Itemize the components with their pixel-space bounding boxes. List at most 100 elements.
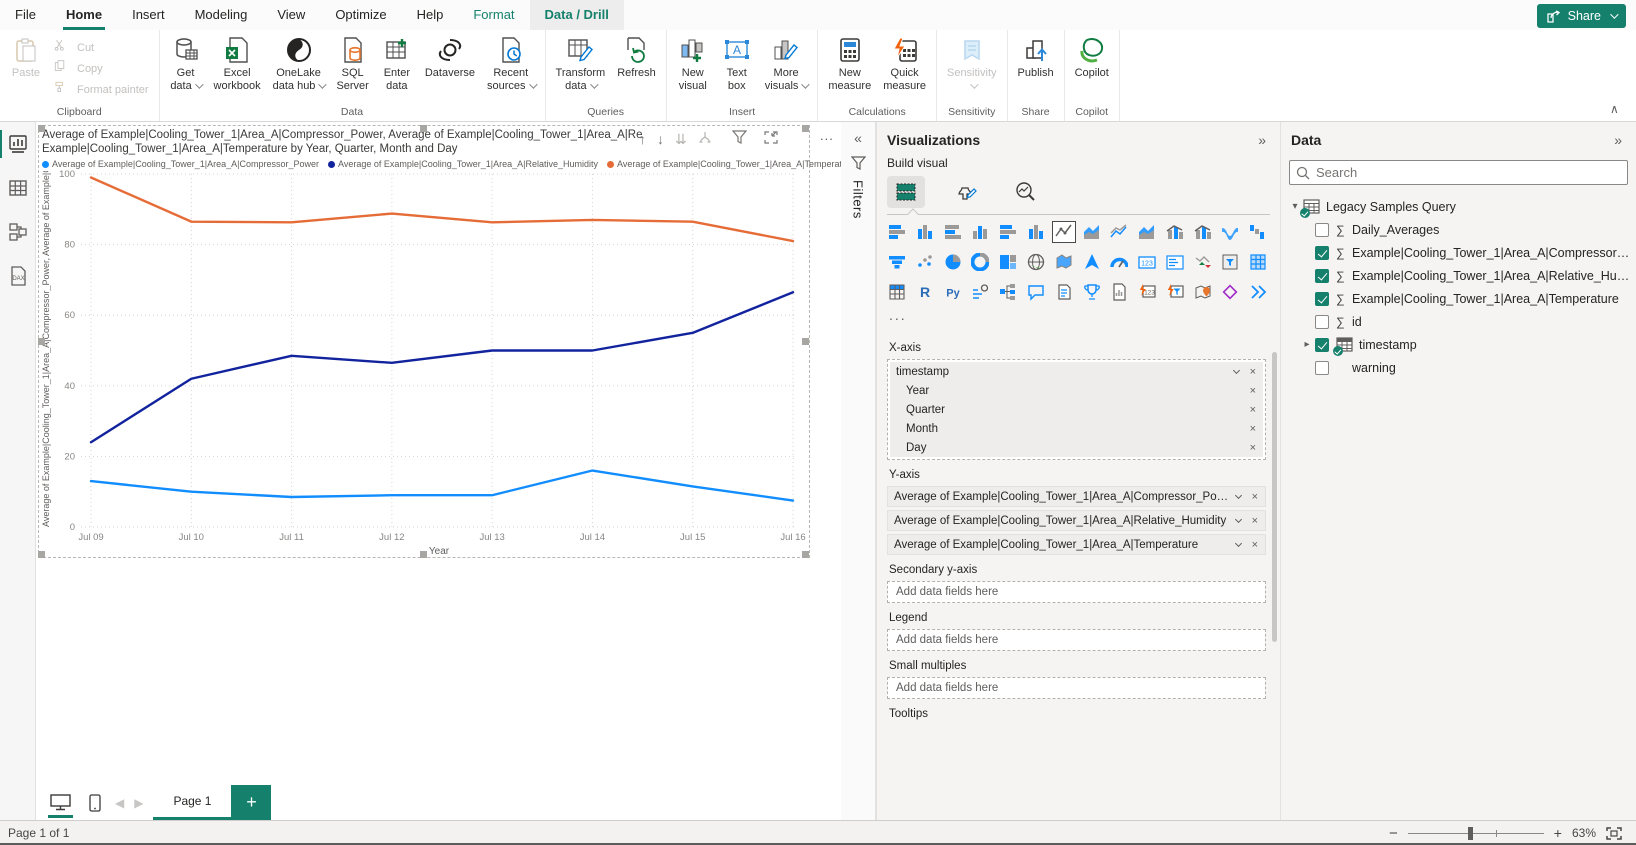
copilot-button[interactable]: Copilot (1069, 32, 1115, 80)
collapse-data-icon[interactable]: » (1614, 132, 1622, 148)
new-page-button[interactable]: + (231, 785, 271, 820)
x-axis-well[interactable]: timestamp×Year×Quarter×Month×Day× (887, 359, 1266, 460)
field-checkbox[interactable] (1315, 292, 1329, 306)
ribbon-tab-format[interactable]: Format (458, 0, 529, 30)
y-axis-well[interactable]: Average of Example|Cooling_Tower_1|Area_… (887, 486, 1266, 555)
visual-resize-handle[interactable] (38, 338, 45, 345)
tab-analytics[interactable] (1007, 176, 1045, 208)
new-visual-button[interactable]: Newvisual (671, 32, 715, 93)
scatter-chart-icon[interactable] (913, 251, 937, 273)
field-chip[interactable]: timestamp× (890, 362, 1263, 381)
chevron-down-icon[interactable] (1235, 516, 1242, 523)
tree-item-field[interactable]: ▸timestamp (1281, 333, 1636, 356)
r-script-icon[interactable]: R (913, 281, 937, 303)
zoom-slider-thumb[interactable] (1468, 827, 1473, 840)
ribbon-tab-optimize[interactable]: Optimize (320, 0, 401, 30)
tab-build-visual[interactable] (887, 176, 925, 208)
treemap-icon[interactable] (996, 251, 1020, 273)
donut-chart-icon[interactable] (968, 251, 992, 273)
report-canvas[interactable]: Average of Example|Cooling_Tower_1|Area_… (36, 122, 841, 785)
expand-filters-icon[interactable]: « (854, 130, 862, 146)
visual-resize-handle[interactable] (802, 338, 809, 345)
gauge-icon[interactable] (1107, 251, 1131, 273)
remove-field-icon[interactable]: × (1247, 385, 1259, 397)
collapse-ribbon-icon[interactable]: ∧ (1610, 102, 1624, 116)
sidebar-item-model-view[interactable] (0, 210, 36, 254)
sql-button[interactable]: SQLServer (330, 32, 374, 93)
cut-button[interactable]: Cut (48, 37, 155, 58)
field-chip[interactable]: Year× (890, 381, 1263, 400)
format-painter-button[interactable]: Format painter (48, 79, 155, 100)
field-checkbox[interactable] (1315, 269, 1329, 283)
field-chip[interactable]: Day× (890, 438, 1263, 457)
field-chip[interactable]: Average of Example|Cooling_Tower_1|Area_… (887, 534, 1266, 555)
filled-map-icon[interactable] (1052, 251, 1076, 273)
drill-down-icon[interactable]: ↓ (657, 131, 664, 147)
line-chart-icon[interactable] (1052, 221, 1076, 243)
paste-button[interactable]: Paste (4, 32, 48, 80)
paginated-report-icon[interactable] (1107, 281, 1131, 303)
field-checkbox[interactable] (1315, 315, 1329, 329)
desktop-layout-icon[interactable] (50, 794, 71, 811)
share-button[interactable]: Share (1537, 4, 1626, 28)
more-visuals-button[interactable]: Morevisuals (759, 32, 814, 93)
remove-field-icon[interactable]: × (1249, 515, 1261, 527)
clustered-column-chart-icon[interactable] (968, 221, 992, 243)
stacked-column-chart-icon[interactable] (913, 221, 937, 243)
search-input[interactable] (1316, 165, 1621, 180)
visual-resize-handle[interactable] (38, 125, 45, 132)
flow-visual-icon[interactable] (1246, 281, 1270, 303)
field-chip[interactable]: Average of Example|Cooling_Tower_1|Area_… (887, 510, 1266, 531)
tree-item-field[interactable]: ∑Daily_Averages (1281, 218, 1636, 241)
ribbon-tab-data-drill[interactable]: Data / Drill (530, 0, 624, 30)
drill-up-icon[interactable]: ↑ (639, 131, 646, 147)
power-apps-icon[interactable]: 123 (1135, 281, 1159, 303)
visual-resize-handle[interactable] (420, 125, 427, 132)
hundred-stacked-area-chart-icon[interactable] (1135, 221, 1159, 243)
key-influencers-icon[interactable] (968, 281, 992, 303)
focus-mode-icon[interactable] (764, 131, 778, 147)
line-chart-plot[interactable]: 020406080100Jul 09Jul 10Jul 11Jul 12Jul … (39, 166, 811, 556)
sidebar-item-report-view[interactable] (0, 122, 36, 166)
transform-button[interactable]: Transformdata (550, 32, 612, 93)
remove-field-icon[interactable]: × (1249, 539, 1261, 551)
field-checkbox[interactable] (1315, 246, 1329, 260)
prev-page-icon[interactable]: ◀ (115, 796, 124, 810)
metrics-icon[interactable] (1080, 281, 1104, 303)
field-checkbox[interactable] (1315, 223, 1329, 237)
hundred-stacked-bar-chart-icon[interactable] (996, 221, 1020, 243)
stacked-area-chart-icon[interactable] (1107, 221, 1131, 243)
remove-field-icon[interactable]: × (1247, 366, 1259, 378)
visual-filter-icon[interactable] (732, 130, 747, 147)
chevron-down-icon[interactable] (1235, 492, 1242, 499)
field-checkbox[interactable] (1315, 338, 1329, 352)
more-visual-types-icon[interactable]: ... (877, 303, 1280, 323)
expand-all-icon[interactable] (698, 131, 712, 147)
ribbon-tab-modeling[interactable]: Modeling (180, 0, 263, 30)
viz-pane-scrollbar[interactable] (1272, 352, 1277, 642)
html-content-icon[interactable] (1218, 281, 1242, 303)
area-chart-icon[interactable] (1080, 221, 1104, 243)
page-tab[interactable]: Page 1 (153, 785, 231, 820)
mobile-layout-icon[interactable] (89, 794, 101, 812)
waterfall-chart-icon[interactable] (1246, 221, 1270, 243)
sensitivity-button[interactable]: Sensitivity (941, 32, 1003, 93)
map-icon[interactable] (1024, 251, 1048, 273)
stacked-bar-chart-icon[interactable] (885, 221, 909, 243)
line-clustered-column-chart-icon[interactable] (1191, 221, 1215, 243)
expand-field-icon[interactable]: ▸ (1299, 339, 1315, 350)
decomposition-tree-icon[interactable] (996, 281, 1020, 303)
slicer-icon[interactable] (1218, 251, 1242, 273)
chevron-down-icon[interactable] (1233, 367, 1240, 374)
pie-chart-icon[interactable] (941, 251, 965, 273)
publish-button[interactable]: Publish (1012, 32, 1060, 80)
legend-well[interactable]: Add data fields here (887, 629, 1266, 651)
line-chart-visual[interactable]: Average of Example|Cooling_Tower_1|Area_… (38, 125, 810, 558)
enter-data-button[interactable]: Enterdata (375, 32, 419, 93)
ribbon-tab-file[interactable]: File (0, 0, 51, 30)
excel-button[interactable]: Excelworkbook (208, 32, 267, 93)
remove-field-icon[interactable]: × (1247, 442, 1259, 454)
smart-narrative-icon[interactable] (1052, 281, 1076, 303)
tree-item-field[interactable]: ∑id (1281, 310, 1636, 333)
sidebar-item-table-view[interactable] (0, 166, 36, 210)
